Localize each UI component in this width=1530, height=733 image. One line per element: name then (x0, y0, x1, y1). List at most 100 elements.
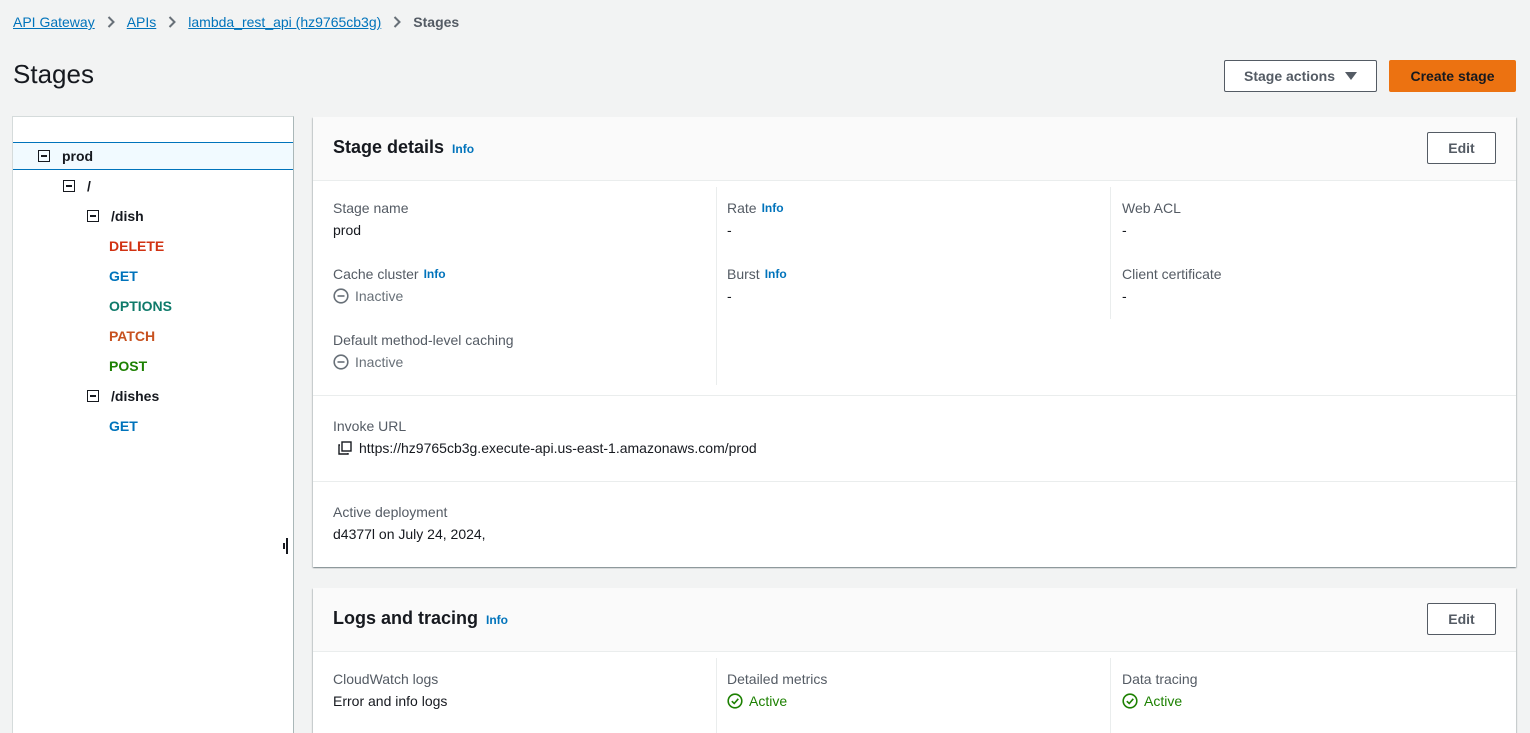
breadcrumb-current: Stages (413, 14, 460, 30)
tree-method-post[interactable]: POST (13, 352, 293, 380)
panel-resize-handle[interactable] (283, 538, 289, 554)
field-label: Invoke URL (333, 418, 407, 434)
breadcrumb-api-gateway[interactable]: API Gateway (13, 14, 95, 30)
inactive-icon (333, 288, 349, 304)
info-link[interactable]: Info (486, 613, 508, 627)
field-value: Inactive (333, 288, 446, 304)
method-label: OPTIONS (109, 298, 173, 314)
tree-node-dish[interactable]: /dish (13, 202, 293, 230)
field-label: Rate Info (727, 200, 784, 216)
active-deployment-field: Active deployment d4377l on July 24, 202… (333, 504, 486, 542)
field-value: Active (1122, 693, 1197, 709)
edit-stage-details-button[interactable]: Edit (1427, 132, 1496, 164)
field-value: Inactive (333, 354, 514, 370)
tree-node-root[interactable]: / (13, 172, 293, 200)
field-label: Client certificate (1122, 266, 1222, 282)
tree-node-label: /dish (111, 208, 144, 224)
web-acl-field: Web ACL - (1122, 200, 1181, 238)
field-value: - (1122, 222, 1127, 238)
breadcrumb-apis[interactable]: APIs (127, 14, 157, 30)
burst-field: Burst Info - (727, 266, 787, 304)
client-certificate-field: Client certificate - (1122, 266, 1222, 304)
stage-name-field: Stage name prod (333, 200, 409, 238)
method-label: POST (109, 358, 148, 374)
stage-details-title: Stage details (333, 137, 445, 157)
collapse-icon[interactable] (63, 180, 75, 192)
chevron-right-icon (381, 16, 413, 28)
tree-method-options[interactable]: OPTIONS (13, 292, 293, 320)
resource-tree: prod / /dish DELETE GET OPTIONS PATCH PO… (12, 116, 294, 733)
tree-node-label: prod (62, 148, 94, 164)
status-text: Inactive (355, 354, 404, 370)
status-active-icon (727, 693, 743, 709)
tree-node-label: /dishes (111, 388, 160, 404)
field-value: - (727, 288, 732, 304)
stage-actions-button[interactable]: Stage actions (1224, 60, 1377, 92)
create-stage-button[interactable]: Create stage (1389, 60, 1516, 92)
rate-field: Rate Info - (727, 200, 784, 238)
field-value: Error and info logs (333, 693, 448, 709)
inactive-icon (333, 354, 349, 370)
field-label: Data tracing (1122, 671, 1198, 687)
field-value: prod (333, 222, 362, 238)
breadcrumb-api-name[interactable]: lambda_rest_api (hz9765cb3g) (188, 14, 381, 30)
label-text: Cache cluster (333, 266, 419, 282)
field-value: https://hz9765cb3g.execute-api.us-east-1… (333, 440, 757, 456)
method-label: GET (109, 418, 138, 434)
cloudwatch-logs-field: CloudWatch logs Error and info logs (333, 671, 447, 709)
collapse-icon[interactable] (38, 150, 50, 162)
data-tracing-field: Data tracing Active (1122, 671, 1197, 709)
collapse-icon[interactable] (87, 390, 99, 402)
logs-tracing-container: Logs and tracing Info Edit CloudWatch lo… (313, 588, 1516, 733)
status-active-icon (1122, 693, 1138, 709)
logs-tracing-header: Logs and tracing Info Edit (313, 588, 1516, 652)
invoke-url-field: Invoke URL https://hz9765cb3g.execute-ap… (333, 418, 757, 456)
copy-icon[interactable] (337, 440, 353, 456)
stage-details-container: Stage details Info Edit Stage name prod … (313, 117, 1516, 567)
stage-details-header: Stage details Info Edit (313, 117, 1516, 181)
status-text: Active (1144, 693, 1183, 709)
field-value: - (727, 222, 732, 238)
info-link[interactable]: Info (762, 201, 784, 215)
field-label: Default method-level caching (333, 332, 514, 348)
field-label: Cache cluster Info (333, 266, 446, 282)
default-caching-field: Default method-level caching Inactive (333, 332, 514, 370)
tree-node-label: / (87, 178, 91, 194)
collapse-icon[interactable] (87, 210, 99, 222)
invoke-url[interactable]: https://hz9765cb3g.execute-api.us-east-1… (359, 440, 757, 456)
method-label: DELETE (109, 238, 165, 254)
tree-node-dishes[interactable]: /dishes (13, 382, 293, 410)
edit-logs-tracing-button[interactable]: Edit (1427, 603, 1496, 635)
field-value: d4377l on July 24, 2024, (333, 526, 486, 542)
cache-cluster-field: Cache cluster Info Inactive (333, 266, 446, 304)
tree-method-get[interactable]: GET (13, 262, 293, 290)
method-label: PATCH (109, 328, 156, 344)
tree-node-stage[interactable]: prod (13, 142, 293, 170)
method-label: GET (109, 268, 138, 284)
field-value: Active (727, 693, 827, 709)
tree-method-delete[interactable]: DELETE (13, 232, 293, 260)
detailed-metrics-field: Detailed metrics Active (727, 671, 827, 709)
chevron-right-icon (95, 16, 127, 28)
breadcrumb: API Gateway APIs lambda_rest_api (hz9765… (13, 12, 459, 32)
label-text: Burst (727, 266, 760, 282)
label-text: Rate (727, 200, 757, 216)
tree-method-patch[interactable]: PATCH (13, 322, 293, 350)
tree-method-get[interactable]: GET (13, 412, 293, 440)
info-link[interactable]: Info (424, 267, 446, 281)
status-text: Active (749, 693, 788, 709)
field-label: Active deployment (333, 504, 448, 520)
field-label: Stage name (333, 200, 409, 216)
info-link[interactable]: Info (452, 142, 474, 156)
field-label: Detailed metrics (727, 671, 828, 687)
info-link[interactable]: Info (765, 267, 787, 281)
caret-down-icon (1345, 72, 1358, 80)
field-label: CloudWatch logs (333, 671, 439, 687)
stage-actions-label: Stage actions (1243, 68, 1336, 84)
logs-tracing-title: Logs and tracing (333, 608, 479, 628)
field-label: Burst Info (727, 266, 787, 282)
field-label: Web ACL (1122, 200, 1181, 216)
chevron-right-icon (156, 16, 188, 28)
status-text: Inactive (355, 288, 404, 304)
field-value: - (1122, 288, 1127, 304)
